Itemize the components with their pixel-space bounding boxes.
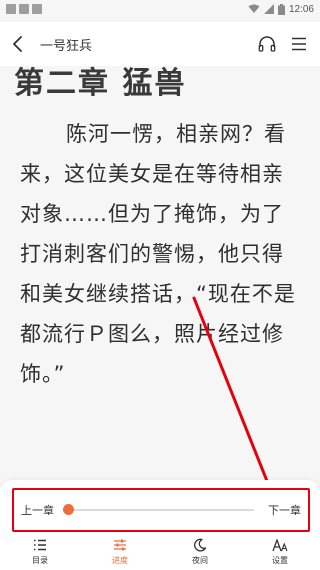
next-chapter-button[interactable]: 下一章: [268, 502, 301, 518]
menu-icon: [292, 37, 306, 51]
system-status: 12:06: [248, 3, 314, 15]
reader-header: 一号狂兵: [0, 22, 320, 66]
notification-icon: [6, 4, 16, 14]
slider-track: [64, 509, 254, 511]
nav-item-night[interactable]: 夜间: [160, 534, 240, 570]
clock: 12:06: [288, 3, 314, 15]
wifi-icon: [248, 4, 260, 13]
chapter-progress-bar: 上一章 下一章: [12, 488, 310, 532]
battery-icon: [277, 3, 285, 15]
listen-button[interactable]: [256, 33, 278, 55]
back-button[interactable]: [0, 22, 36, 66]
reader-control-panel: 上一章 下一章 目录 进度 夜间 设置: [0, 480, 320, 570]
signal-icon: [263, 4, 274, 14]
nav-item-catalog[interactable]: 目录: [0, 534, 80, 570]
nav-label: 夜间: [192, 556, 208, 565]
nav-item-progress[interactable]: 进度: [80, 534, 160, 570]
headphones-icon: [258, 36, 276, 52]
nav-label: 进度: [112, 556, 128, 565]
progress-slider[interactable]: [62, 504, 254, 516]
moon-icon: [194, 538, 207, 552]
chapter-text: 陈河一愣，相亲网？看来，这位美女是在等待相亲对象……但为了掩饰，为了打消刺客们的…: [20, 114, 304, 394]
bottom-nav: 目录 进度 夜间 设置: [0, 534, 320, 570]
list-icon: [34, 539, 46, 551]
font-size-icon: [272, 538, 288, 551]
notification-icons: [6, 4, 42, 14]
nav-label: 设置: [272, 556, 288, 565]
nav-item-settings[interactable]: 设置: [240, 534, 320, 570]
status-bar: 12:06: [0, 0, 320, 18]
chevron-left-icon: [13, 36, 22, 52]
slider-thumb[interactable]: [62, 504, 74, 515]
sliders-icon: [114, 539, 126, 551]
menu-button[interactable]: [288, 33, 310, 55]
prev-chapter-button[interactable]: 上一章: [21, 502, 54, 518]
paragraph-text: 陈河一愣，相亲网？看来，这位美女是在等待相亲对象……但为了掩饰，为了打消刺客们的…: [20, 122, 296, 386]
book-title: 一号狂兵: [40, 38, 93, 54]
nav-label: 目录: [32, 556, 48, 565]
notification-icon: [19, 4, 29, 14]
reading-area[interactable]: 第二章 猛兽 陈河一愣，相亲网？看来，这位美女是在等待相亲对象……但为了掩饰，为…: [0, 66, 320, 480]
chapter-title: 第二章 猛兽: [14, 66, 187, 101]
notification-icon: [32, 4, 42, 14]
